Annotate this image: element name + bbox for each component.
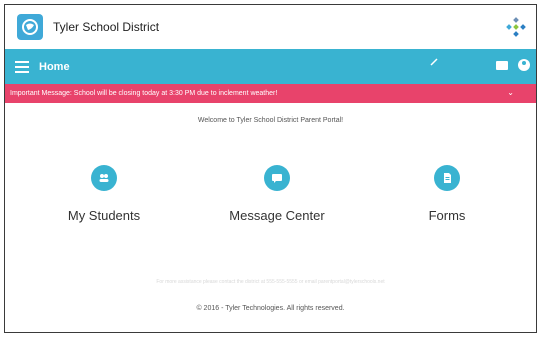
hamburger-menu-icon[interactable] bbox=[15, 60, 29, 73]
alert-banner[interactable]: Important Message: School will be closin… bbox=[5, 84, 536, 103]
district-logo bbox=[17, 14, 43, 40]
mail-icon[interactable] bbox=[496, 61, 508, 70]
top-navbar: Home bbox=[5, 49, 536, 84]
welcome-message: Welcome to Tyler School District Parent … bbox=[197, 117, 344, 124]
chevron-down-icon[interactable]: ⌄ bbox=[507, 88, 514, 97]
tile-label[interactable]: Message Center bbox=[192, 208, 362, 223]
forms-icon[interactable] bbox=[434, 165, 460, 191]
tile-message-center[interactable]: Message Center bbox=[192, 165, 362, 223]
students-icon[interactable] bbox=[91, 165, 117, 191]
tile-forms[interactable]: Forms bbox=[362, 165, 532, 223]
globe-logo-icon bbox=[22, 19, 38, 35]
message-icon[interactable] bbox=[264, 165, 290, 191]
copyright-footer: © 2016 - Tyler Technologies. All rights … bbox=[196, 305, 345, 312]
tile-my-students[interactable]: My Students bbox=[19, 165, 189, 223]
nav-title: Home bbox=[39, 60, 70, 73]
app-window: Tyler School District Home Important Mes… bbox=[4, 4, 537, 333]
tyler-brand-icon bbox=[506, 17, 526, 37]
title-bar: Tyler School District bbox=[5, 5, 536, 49]
contact-info: For more assistance please contact the d… bbox=[156, 279, 385, 285]
user-account-icon[interactable] bbox=[518, 59, 530, 71]
alert-message: Important Message: School will be closin… bbox=[10, 90, 278, 97]
tile-label[interactable]: Forms bbox=[362, 208, 532, 223]
pin-icon[interactable] bbox=[429, 57, 439, 67]
tile-label[interactable]: My Students bbox=[19, 208, 189, 223]
app-title: Tyler School District bbox=[53, 20, 160, 34]
